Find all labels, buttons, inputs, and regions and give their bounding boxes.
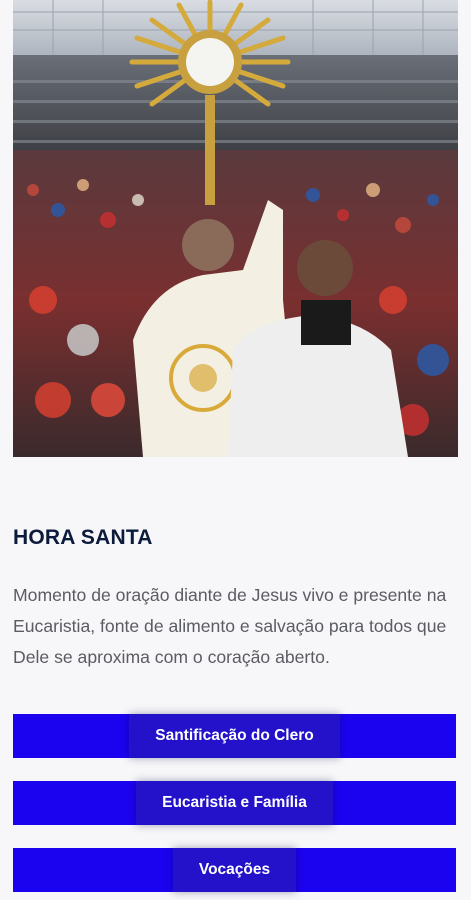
section-title: HORA SANTA: [13, 526, 153, 549]
eucaristia-e-familia-button[interactable]: Eucaristia e Família: [13, 781, 456, 825]
button-label: Vocações: [172, 848, 297, 892]
hero-image: [13, 0, 458, 457]
santificacao-do-clero-button[interactable]: Santificação do Clero: [13, 714, 456, 758]
section-description: Momento de oração diante de Jesus vivo e…: [13, 585, 447, 667]
button-label: Santificação do Clero: [129, 714, 340, 758]
monstrance-adoration-photo: [13, 0, 458, 457]
vocacoes-button[interactable]: Vocações: [13, 848, 456, 892]
button-label: Eucaristia e Família: [136, 781, 333, 825]
